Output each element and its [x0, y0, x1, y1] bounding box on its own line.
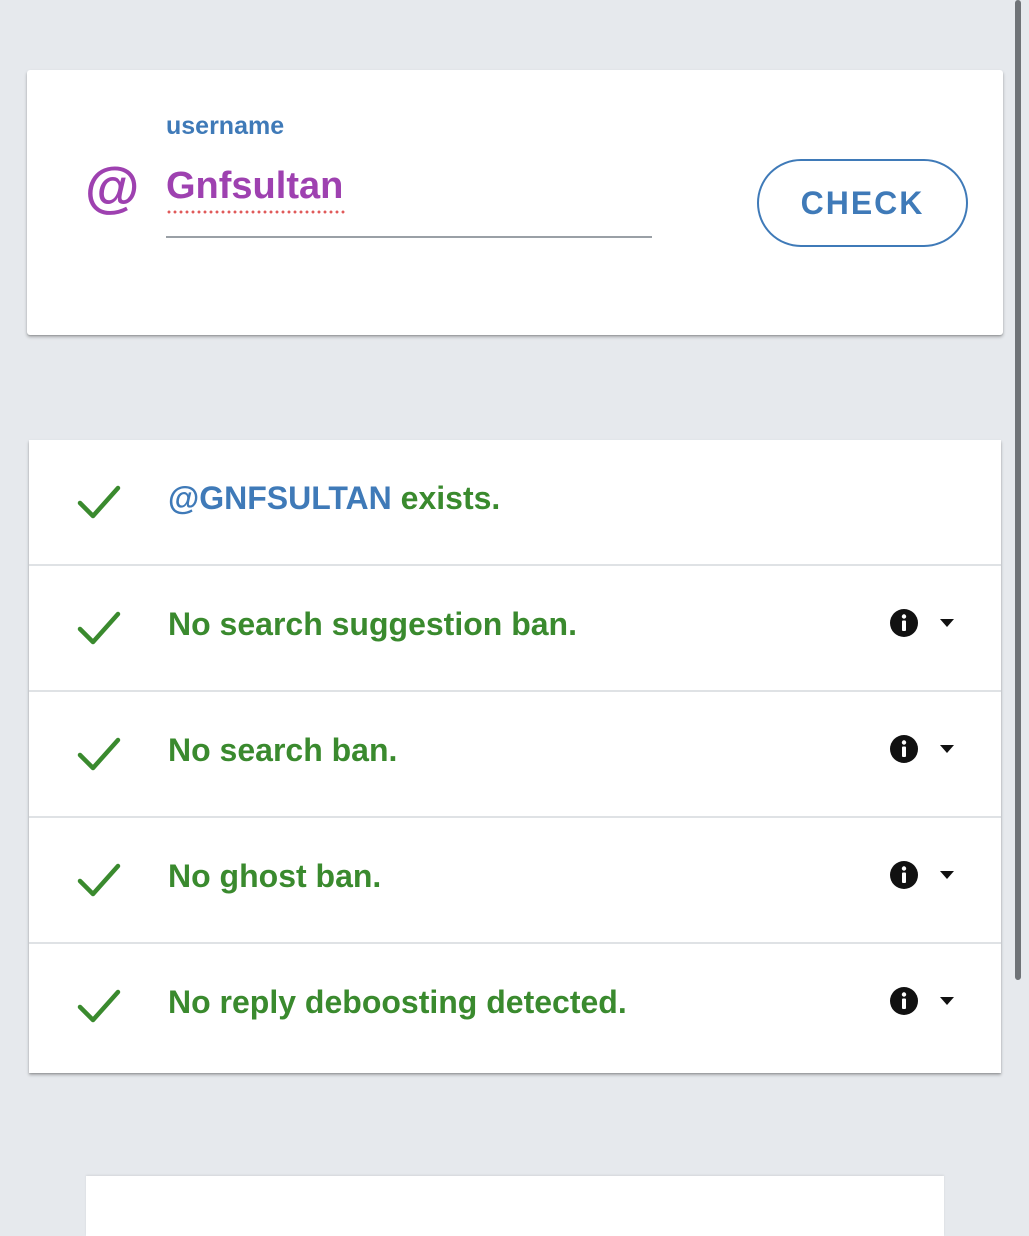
info-icon[interactable]	[889, 986, 919, 1016]
result-row-reply-deboosting[interactable]: No reply deboosting detected.	[29, 944, 1001, 1070]
check-icon	[77, 863, 121, 897]
arrow-drop-down-icon[interactable]	[939, 996, 955, 1006]
check-icon	[77, 611, 121, 645]
scrollbar-thumb[interactable]	[1015, 0, 1021, 980]
next-card-partial	[86, 1176, 944, 1236]
username-label: username	[166, 112, 285, 140]
result-message: No search suggestion ban.	[168, 606, 577, 642]
result-message: No ghost ban.	[168, 858, 382, 894]
check-button[interactable]: CHECK	[757, 159, 968, 247]
result-row-exists: @GNFSULTAN exists.	[29, 440, 1001, 566]
result-row-search-ban[interactable]: No search ban.	[29, 692, 1001, 818]
results-card: @GNFSULTAN exists. No search suggestion …	[29, 440, 1001, 1073]
result-row-ghost-ban[interactable]: No ghost ban.	[29, 818, 1001, 944]
check-icon	[77, 485, 121, 519]
info-icon[interactable]	[889, 608, 919, 638]
arrow-drop-down-icon[interactable]	[939, 618, 955, 628]
result-message: No search ban.	[168, 732, 398, 768]
info-icon[interactable]	[889, 860, 919, 890]
spellcheck-underline	[166, 210, 346, 214]
username-input[interactable]	[166, 166, 652, 238]
check-icon	[77, 989, 121, 1023]
result-message: No reply deboosting detected.	[168, 984, 627, 1020]
check-icon	[77, 737, 121, 771]
info-icon[interactable]	[889, 734, 919, 764]
result-row-search-suggestion-ban[interactable]: No search suggestion ban.	[29, 566, 1001, 692]
arrow-drop-down-icon[interactable]	[939, 870, 955, 880]
result-message: exists.	[391, 480, 501, 516]
at-sign-icon: @	[84, 156, 139, 219]
username-handle: @GNFSULTAN	[168, 480, 392, 516]
arrow-drop-down-icon[interactable]	[939, 744, 955, 754]
result-text: @GNFSULTAN exists.	[168, 480, 500, 517]
